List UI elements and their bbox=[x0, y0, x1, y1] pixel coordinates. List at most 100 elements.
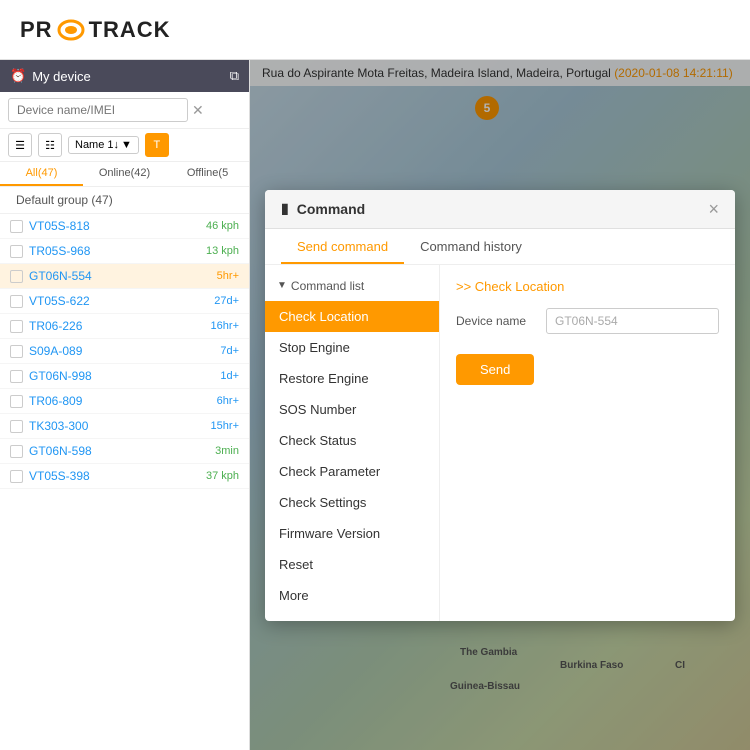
group-name: Default group (47) bbox=[16, 193, 113, 207]
device-row[interactable]: TR06-809 6hr+ bbox=[0, 389, 249, 414]
device-row[interactable]: VT05S-622 27d+ bbox=[0, 289, 249, 314]
device-name: TK303-300 bbox=[29, 419, 88, 433]
device-row[interactable]: GT06N-998 1d+ bbox=[0, 364, 249, 389]
device-status: 37 kph bbox=[206, 470, 239, 482]
sidebar-header: ⏰ My device ⧉ bbox=[0, 60, 249, 92]
command-modal: ▮ Command × Send command Command history… bbox=[265, 190, 735, 621]
device-row[interactable]: S09A-089 7d+ bbox=[0, 339, 249, 364]
grid-icon-button[interactable]: ☷ bbox=[38, 133, 62, 157]
device-row-left: TR06-809 bbox=[10, 394, 82, 408]
device-name: VT05S-398 bbox=[29, 469, 90, 483]
device-status: 27d+ bbox=[214, 295, 239, 307]
command-item[interactable]: Check Parameter bbox=[265, 456, 439, 487]
modal-title: Command bbox=[297, 201, 365, 217]
device-row[interactable]: GT06N-598 3min bbox=[0, 439, 249, 464]
device-name: TR06-809 bbox=[29, 394, 82, 408]
filter-tabs: All(47) Online(42) Offline(5 bbox=[0, 162, 249, 187]
filter-tab-all[interactable]: All(47) bbox=[0, 162, 83, 186]
logo-text-pre: PR bbox=[20, 17, 53, 43]
filter-tab-online[interactable]: Online(42) bbox=[83, 162, 166, 186]
modal-body: ▼ Command list Check LocationStop Engine… bbox=[265, 265, 735, 621]
device-checkbox[interactable] bbox=[10, 370, 23, 383]
device-name-row: Device name bbox=[456, 308, 719, 334]
device-checkbox[interactable] bbox=[10, 345, 23, 358]
device-checkbox[interactable] bbox=[10, 320, 23, 333]
device-row[interactable]: VT05S-818 46 kph bbox=[0, 214, 249, 239]
device-row-left: VT05S-622 bbox=[10, 294, 90, 308]
device-status: 3min bbox=[215, 445, 239, 457]
device-row[interactable]: TR05S-968 13 kph bbox=[0, 239, 249, 264]
device-row-left: TK303-300 bbox=[10, 419, 88, 433]
sort-button[interactable]: Name 1↓ ▼ bbox=[68, 136, 139, 154]
command-item[interactable]: SOS Number bbox=[265, 394, 439, 425]
device-checkbox[interactable] bbox=[10, 445, 23, 458]
command-item[interactable]: Check Status bbox=[265, 425, 439, 456]
device-checkbox[interactable] bbox=[10, 270, 23, 283]
device-checkbox[interactable] bbox=[10, 220, 23, 233]
command-item[interactable]: Check Location bbox=[265, 301, 439, 332]
device-name: VT05S-622 bbox=[29, 294, 90, 308]
device-status: 7d+ bbox=[220, 345, 239, 357]
device-status: 1d+ bbox=[220, 370, 239, 382]
sort-label: Name 1↓ bbox=[75, 139, 119, 151]
modal-tabs: Send command Command history bbox=[265, 229, 735, 265]
device-checkbox[interactable] bbox=[10, 295, 23, 308]
device-name: VT05S-818 bbox=[29, 219, 90, 233]
device-row-left: VT05S-818 bbox=[10, 219, 90, 233]
command-item[interactable]: More bbox=[265, 580, 439, 611]
list-icon-button[interactable]: ☰ bbox=[8, 133, 32, 157]
command-list-panel: ▼ Command list Check LocationStop Engine… bbox=[265, 265, 440, 621]
command-item[interactable]: Stop Engine bbox=[265, 332, 439, 363]
selected-command-label: >> Check Location bbox=[456, 279, 719, 294]
filter-tab-offline[interactable]: Offline(5 bbox=[166, 162, 249, 186]
device-row[interactable]: VT05S-398 37 kph bbox=[0, 464, 249, 489]
tab-command-history[interactable]: Command history bbox=[404, 229, 538, 264]
device-checkbox[interactable] bbox=[10, 395, 23, 408]
device-status: 46 kph bbox=[206, 220, 239, 232]
command-list-label: Command list bbox=[291, 279, 364, 293]
modal-close-button[interactable]: × bbox=[708, 200, 719, 218]
send-button[interactable]: Send bbox=[456, 354, 534, 385]
device-checkbox[interactable] bbox=[10, 420, 23, 433]
clear-search-button[interactable]: ✕ bbox=[192, 102, 204, 119]
filter-button[interactable]: T bbox=[145, 133, 169, 157]
device-group: Default group (47) bbox=[0, 187, 249, 214]
device-row-left: GT06N-998 bbox=[10, 369, 92, 383]
sidebar-collapse-icon[interactable]: ⧉ bbox=[230, 68, 239, 84]
modal-overlay: ▮ Command × Send command Command history… bbox=[250, 60, 750, 750]
command-item[interactable]: Restore Engine bbox=[265, 363, 439, 394]
device-status: 6hr+ bbox=[217, 395, 239, 407]
main-layout: ⏰ My device ⧉ ✕ ☰ ☷ Name 1↓ ▼ T All(47) … bbox=[0, 60, 750, 750]
modal-icon: ▮ bbox=[281, 200, 289, 217]
device-row[interactable]: GT06N-554 5hr+ bbox=[0, 264, 249, 289]
device-row-left: TR06-226 bbox=[10, 319, 82, 333]
sidebar-icon: ⏰ bbox=[10, 68, 26, 84]
command-right-panel: >> Check Location Device name Send bbox=[440, 265, 735, 621]
device-name-label: Device name bbox=[456, 314, 536, 328]
tab-send-command[interactable]: Send command bbox=[281, 229, 404, 264]
command-item[interactable]: Reset bbox=[265, 549, 439, 580]
command-list-header: ▼ Command list bbox=[265, 275, 439, 301]
device-row[interactable]: TK303-300 15hr+ bbox=[0, 414, 249, 439]
command-item[interactable]: Check Settings bbox=[265, 487, 439, 518]
command-item[interactable]: Firmware Version bbox=[265, 518, 439, 549]
modal-title-container: ▮ Command bbox=[281, 200, 365, 217]
device-name-input[interactable] bbox=[546, 308, 719, 334]
logo-icon bbox=[57, 19, 85, 41]
device-name: GT06N-554 bbox=[29, 269, 92, 283]
logo-text-post: TRACK bbox=[89, 17, 171, 43]
map-area: Rua do Aspirante Mota Freitas, Madeira I… bbox=[250, 60, 750, 750]
device-name: TR05S-968 bbox=[29, 244, 90, 258]
device-status: 15hr+ bbox=[211, 420, 239, 432]
device-checkbox[interactable] bbox=[10, 245, 23, 258]
device-row-left: VT05S-398 bbox=[10, 469, 90, 483]
search-input[interactable] bbox=[8, 98, 188, 122]
command-list-arrow-icon: ▼ bbox=[277, 280, 287, 291]
device-row-left: GT06N-554 bbox=[10, 269, 92, 283]
sidebar-header-left: ⏰ My device bbox=[10, 68, 91, 84]
device-checkbox[interactable] bbox=[10, 470, 23, 483]
device-status: 16hr+ bbox=[211, 320, 239, 332]
device-row-left: TR05S-968 bbox=[10, 244, 90, 258]
device-row-left: S09A-089 bbox=[10, 344, 82, 358]
device-row[interactable]: TR06-226 16hr+ bbox=[0, 314, 249, 339]
